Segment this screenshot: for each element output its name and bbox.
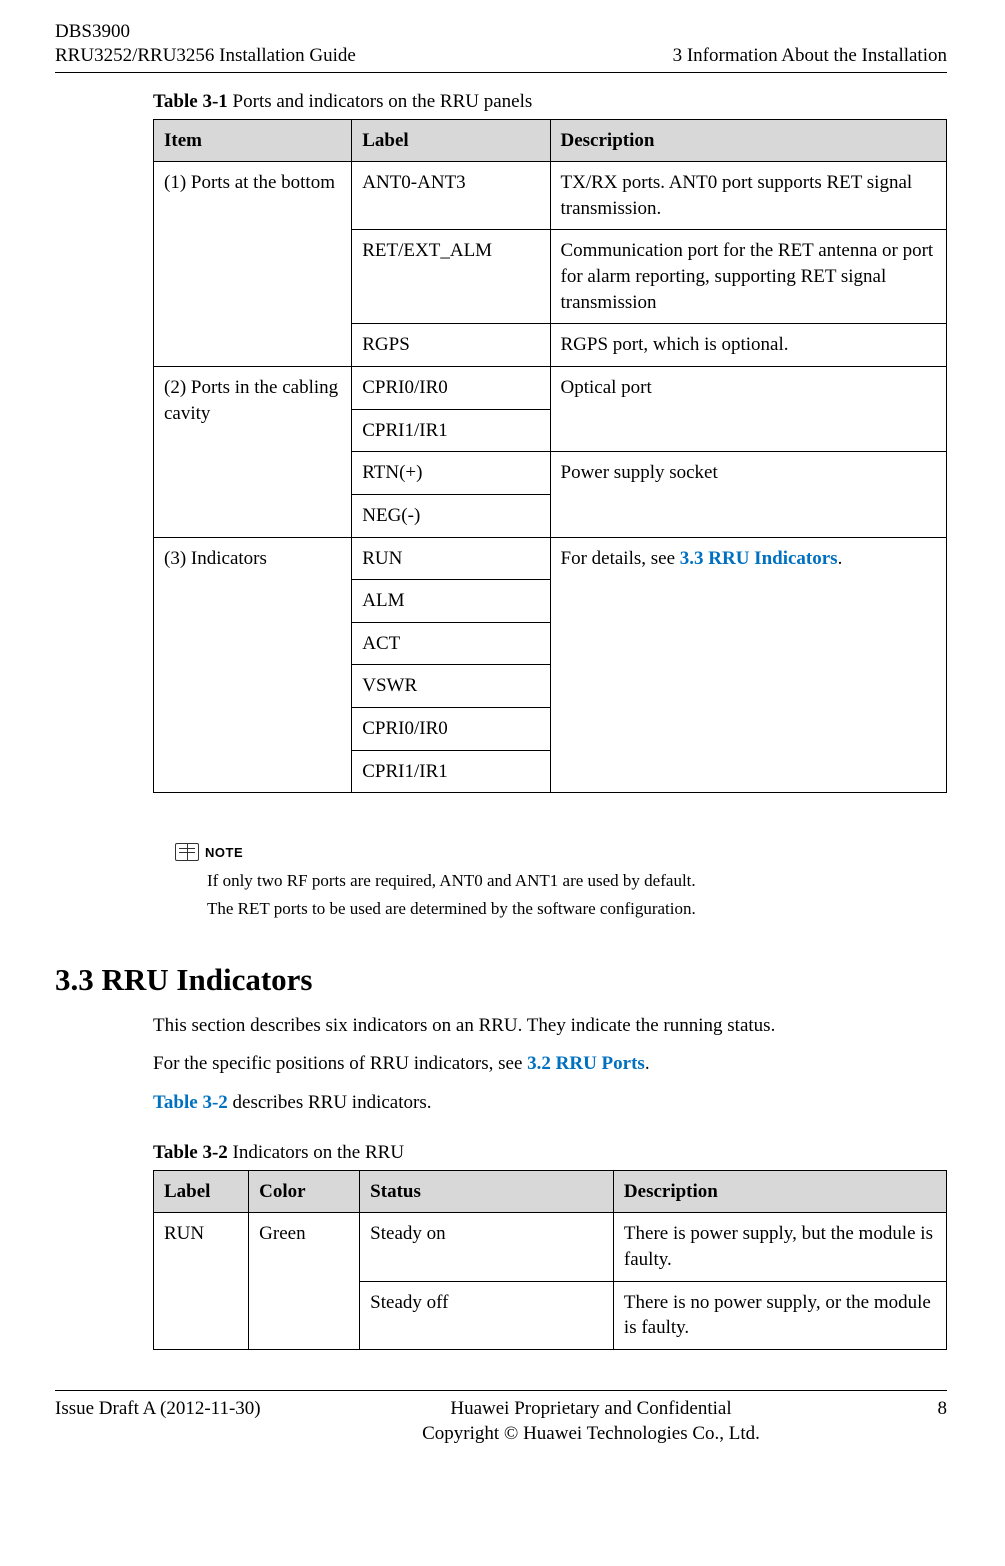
cell-label: CPRI1/IR1 bbox=[352, 409, 550, 452]
para2-prefix: For the specific positions of RRU indica… bbox=[153, 1053, 527, 1074]
link-rru-indicators[interactable]: 3.3 RRU Indicators bbox=[680, 548, 838, 569]
header-divider bbox=[55, 72, 947, 73]
table-3-1-caption-bold: Table 3-1 bbox=[153, 91, 228, 112]
cell-label: ALM bbox=[352, 580, 550, 623]
header-chapter: 3 Information About the Installation bbox=[673, 44, 947, 68]
cell-desc: There is power supply, but the module is… bbox=[613, 1213, 946, 1281]
note-line-2: The RET ports to be used are determined … bbox=[207, 895, 947, 922]
section-3-3-para3: Table 3-2 describes RRU indicators. bbox=[153, 1091, 947, 1116]
col-header-status: Status bbox=[360, 1170, 614, 1213]
cell-label: RUN bbox=[154, 1213, 249, 1350]
table-row: (2) Ports in the cabling cavity CPRI0/IR… bbox=[154, 366, 947, 409]
col-header-color: Color bbox=[249, 1170, 360, 1213]
note-block: NOTE If only two RF ports are required, … bbox=[175, 843, 947, 921]
table-3-2-caption: Table 3-2 Indicators on the RRU bbox=[153, 1142, 947, 1164]
page-footer: Issue Draft A (2012-11-30) Huawei Propri… bbox=[55, 1390, 947, 1446]
table-row: RUN Green Steady on There is power suppl… bbox=[154, 1213, 947, 1281]
cell-label: CPRI0/IR0 bbox=[352, 708, 550, 751]
cell-label: ANT0-ANT3 bbox=[352, 162, 550, 230]
cell-item: (3) Indicators bbox=[154, 537, 352, 793]
cell-color: Green bbox=[249, 1213, 360, 1350]
cell-desc-suffix: . bbox=[838, 548, 843, 569]
header-doc-model: DBS3900 bbox=[55, 20, 356, 44]
link-table-3-2[interactable]: Table 3-2 bbox=[153, 1092, 228, 1113]
cell-item: (1) Ports at the bottom bbox=[154, 162, 352, 367]
cell-label: RUN bbox=[352, 537, 550, 580]
cell-desc: TX/RX ports. ANT0 port supports RET sign… bbox=[550, 162, 947, 230]
cell-desc: Communication port for the RET antenna o… bbox=[550, 230, 947, 324]
book-icon bbox=[175, 843, 199, 861]
col-header-description: Description bbox=[613, 1170, 946, 1213]
footer-page-number: 8 bbox=[887, 1397, 947, 1446]
table-row: Item Label Description bbox=[154, 119, 947, 162]
cell-item: (2) Ports in the cabling cavity bbox=[154, 366, 352, 537]
col-header-item: Item bbox=[154, 119, 352, 162]
table-3-2-caption-bold: Table 3-2 bbox=[153, 1142, 228, 1163]
section-3-3-heading: 3.3 RRU Indicators bbox=[55, 962, 947, 998]
cell-desc-prefix: For details, see bbox=[561, 548, 680, 569]
cell-status: Steady on bbox=[360, 1213, 614, 1281]
table-3-1-caption: Table 3-1 Ports and indicators on the RR… bbox=[153, 91, 947, 113]
header-doc-title: RRU3252/RRU3256 Installation Guide bbox=[55, 44, 356, 68]
table-3-2-caption-text: Indicators on the RRU bbox=[228, 1142, 404, 1163]
table-3-1-caption-text: Ports and indicators on the RRU panels bbox=[228, 91, 533, 112]
cell-label: RET/EXT_ALM bbox=[352, 230, 550, 324]
cell-label: NEG(-) bbox=[352, 494, 550, 537]
cell-desc: For details, see 3.3 RRU Indicators. bbox=[550, 537, 947, 793]
col-header-label: Label bbox=[154, 1170, 249, 1213]
link-rru-ports[interactable]: 3.2 RRU Ports bbox=[527, 1053, 645, 1074]
table-row: (3) Indicators RUN For details, see 3.3 … bbox=[154, 537, 947, 580]
cell-label: CPRI0/IR0 bbox=[352, 366, 550, 409]
cell-label: VSWR bbox=[352, 665, 550, 708]
table-3-2: Label Color Status Description RUN Green… bbox=[153, 1170, 947, 1350]
section-3-3-para1: This section describes six indicators on… bbox=[153, 1014, 947, 1039]
col-header-label: Label bbox=[352, 119, 550, 162]
cell-label: RTN(+) bbox=[352, 452, 550, 495]
footer-issue: Issue Draft A (2012-11-30) bbox=[55, 1397, 295, 1446]
table-row: (1) Ports at the bottom ANT0-ANT3 TX/RX … bbox=[154, 162, 947, 230]
cell-desc: Optical port bbox=[550, 366, 947, 451]
cell-label: CPRI1/IR1 bbox=[352, 750, 550, 793]
note-label: NOTE bbox=[205, 845, 243, 860]
footer-confidential: Huawei Proprietary and Confidential bbox=[295, 1397, 887, 1422]
cell-label: RGPS bbox=[352, 324, 550, 367]
cell-desc: Power supply socket bbox=[550, 452, 947, 537]
cell-desc: There is no power supply, or the module … bbox=[613, 1281, 946, 1349]
cell-label: ACT bbox=[352, 622, 550, 665]
footer-divider bbox=[55, 1390, 947, 1391]
cell-desc: RGPS port, which is optional. bbox=[550, 324, 947, 367]
table-3-1: Item Label Description (1) Ports at the … bbox=[153, 119, 947, 794]
footer-copyright: Copyright © Huawei Technologies Co., Ltd… bbox=[295, 1422, 887, 1447]
para3-suffix: describes RRU indicators. bbox=[228, 1092, 432, 1113]
cell-status: Steady off bbox=[360, 1281, 614, 1349]
page-header: DBS3900 RRU3252/RRU3256 Installation Gui… bbox=[55, 20, 947, 68]
col-header-description: Description bbox=[550, 119, 947, 162]
note-line-1: If only two RF ports are required, ANT0 … bbox=[207, 867, 947, 894]
table-row: Label Color Status Description bbox=[154, 1170, 947, 1213]
para2-suffix: . bbox=[645, 1053, 650, 1074]
section-3-3-para2: For the specific positions of RRU indica… bbox=[153, 1052, 947, 1077]
